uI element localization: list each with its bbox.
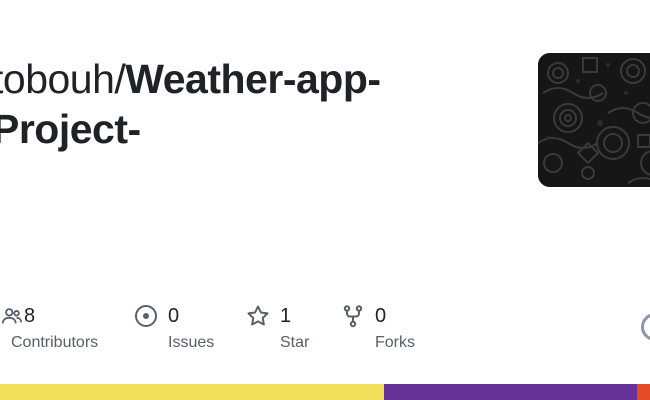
repo-title: tobouh/Weather-app- Project- <box>0 54 512 154</box>
repo-name-line1: Weather-app- <box>125 56 381 102</box>
owner-avatar <box>538 53 650 187</box>
fork-icon <box>341 304 365 328</box>
star-icon <box>246 304 270 328</box>
avatar-pattern <box>538 53 650 187</box>
issues-label: Issues <box>168 334 215 351</box>
stat-stars[interactable]: 1 Star <box>246 300 309 352</box>
issue-circle-icon <box>134 304 158 328</box>
repo-owner: tobouh/ <box>0 56 126 102</box>
forks-label: Forks <box>375 334 415 351</box>
contributors-count: 8 <box>24 304 36 327</box>
language-segment-javascript <box>0 384 384 400</box>
language-segment-css <box>383 384 637 400</box>
issues-count: 0 <box>168 304 180 327</box>
stat-contributors[interactable]: 8 Contributors <box>0 300 98 352</box>
people-icon <box>0 304 24 328</box>
stars-label: Star <box>280 334 310 351</box>
repo-stats: 8 Contributors 0 Issues 1 Star 0 Forks <box>0 300 650 360</box>
stars-count: 1 <box>280 304 292 327</box>
language-bar <box>0 384 650 400</box>
forks-count: 0 <box>375 304 387 327</box>
repo-name-line2: Project- <box>0 106 141 152</box>
stat-forks[interactable]: 0 Forks <box>341 300 415 352</box>
contributors-label: Contributors <box>11 334 99 351</box>
stat-issues[interactable]: 0 Issues <box>134 300 214 352</box>
language-segment-html <box>637 384 650 400</box>
